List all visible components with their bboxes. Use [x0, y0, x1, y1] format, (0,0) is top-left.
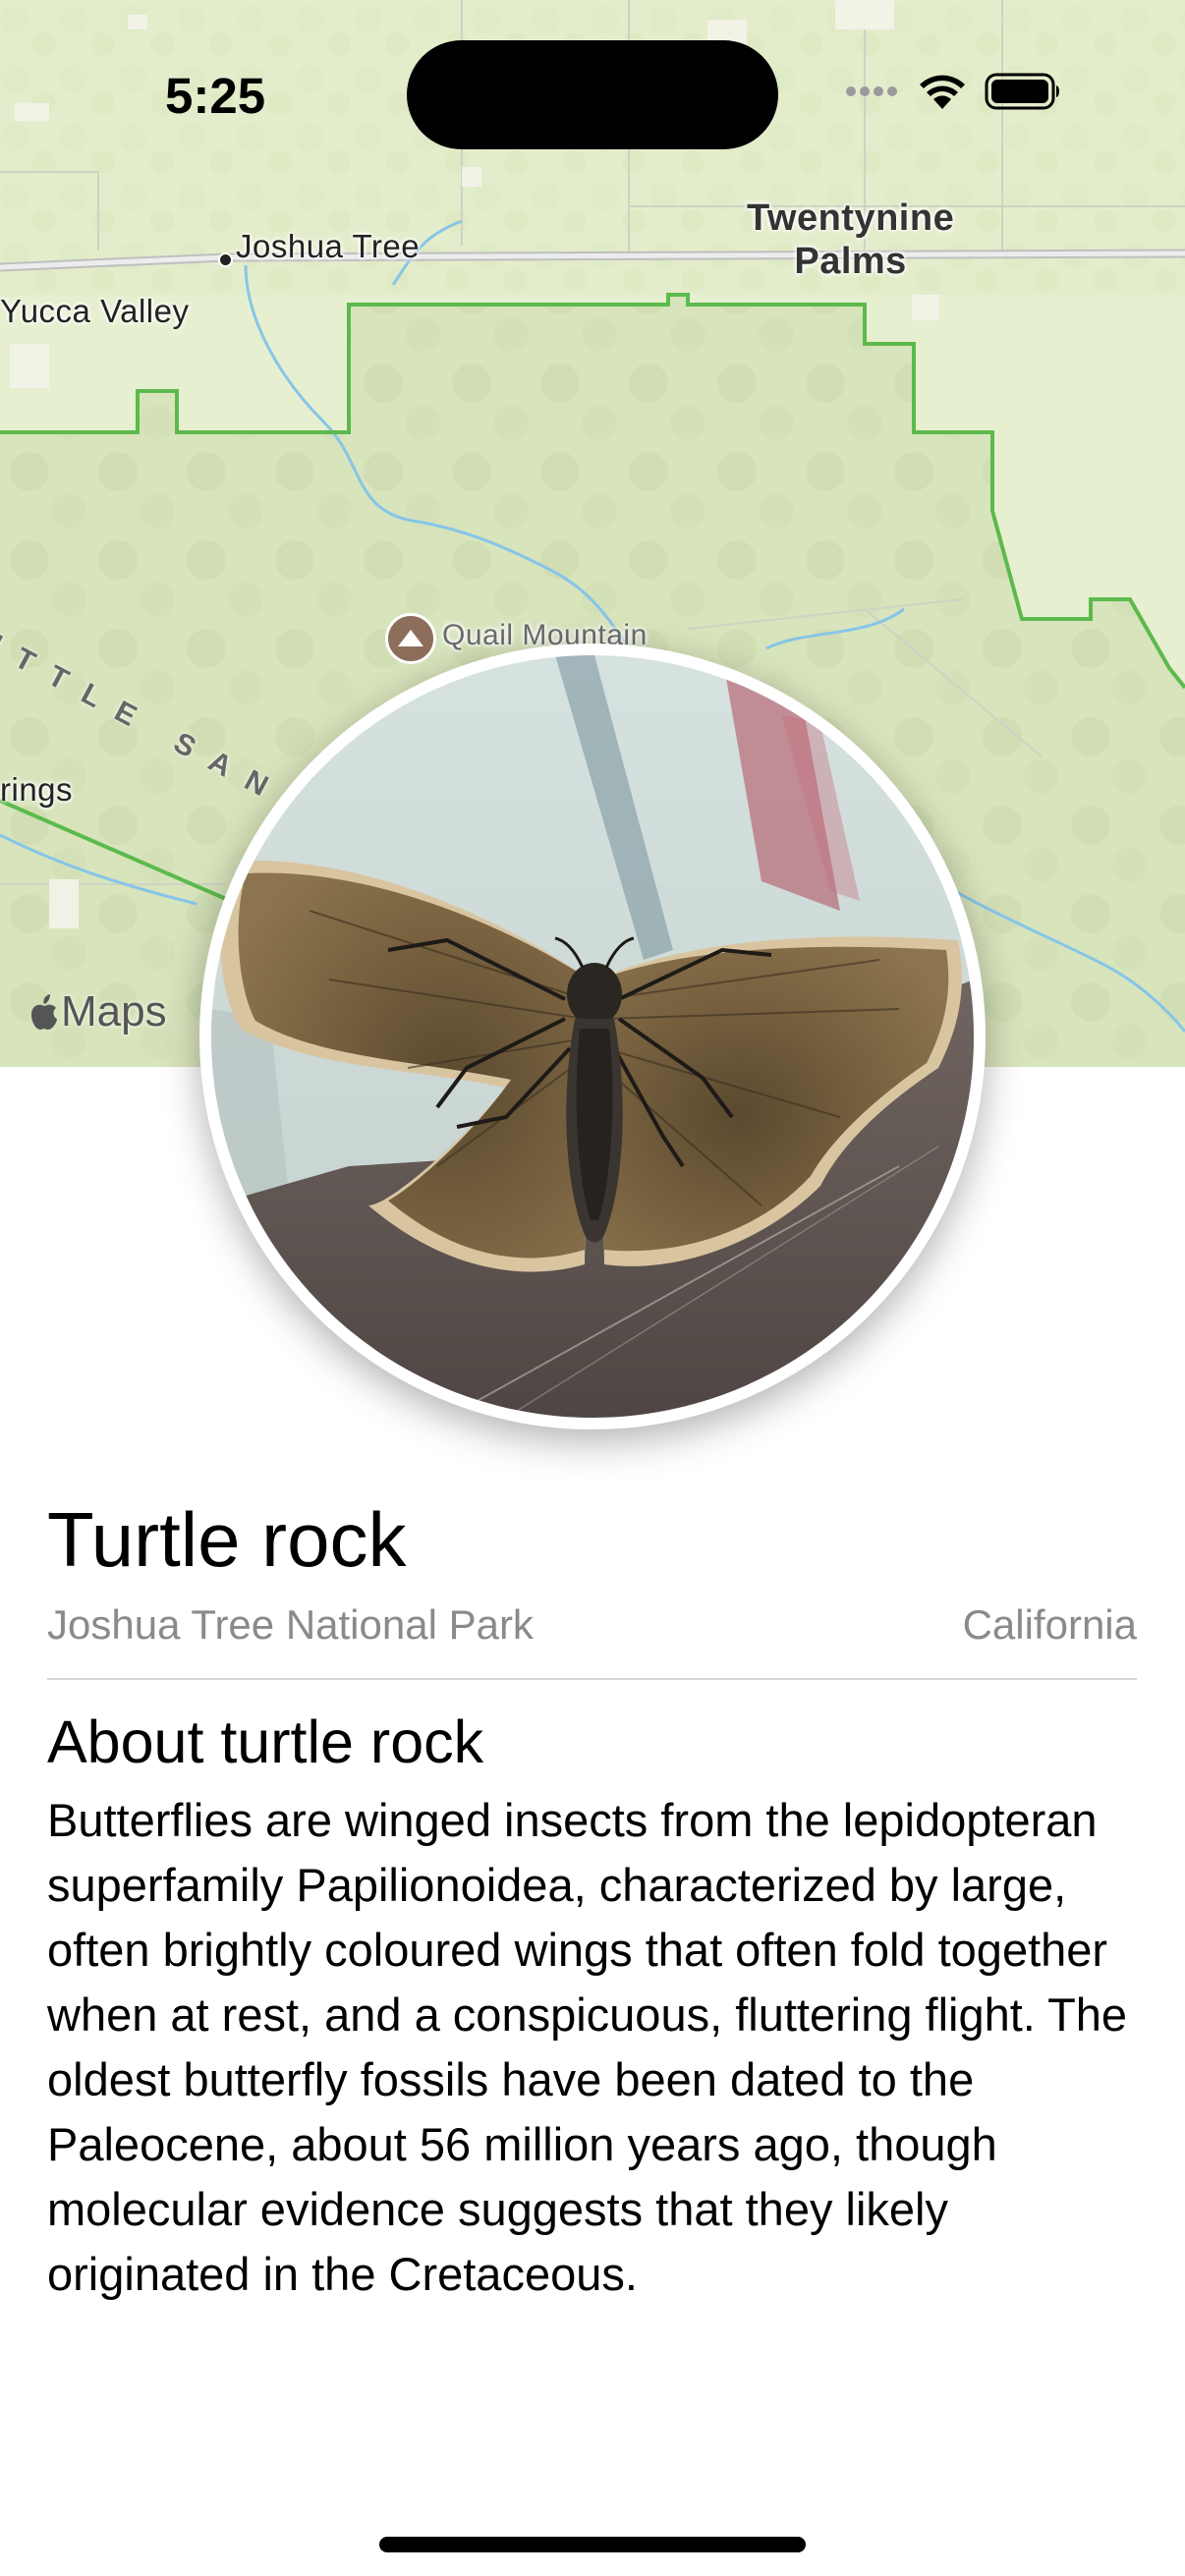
mountain-peak-icon[interactable]: [385, 613, 436, 664]
apple-logo-icon: [29, 993, 59, 1031]
home-indicator[interactable]: [379, 2537, 806, 2552]
wifi-icon: [918, 73, 967, 115]
battery-icon: [985, 73, 1063, 115]
springs-label[interactable]: rings: [0, 771, 73, 809]
joshua-tree-town-dot: [218, 252, 233, 267]
landmark-title: Turtle rock: [47, 1496, 407, 1583]
landmark-photo-frame: [199, 644, 986, 1429]
about-heading: About turtle rock: [47, 1708, 484, 1775]
park-name: Joshua Tree National Park: [47, 1601, 534, 1648]
about-description: Butterflies are winged insects from the …: [47, 1794, 1128, 2300]
twentynine-palms-label[interactable]: Twentynine Palms: [747, 196, 954, 283]
dynamic-island: [407, 40, 778, 149]
maps-attribution-text: Maps: [61, 987, 167, 1036]
maps-attribution[interactable]: Maps: [29, 987, 167, 1036]
divider: [47, 1678, 1137, 1680]
landmark-photo[interactable]: [211, 655, 974, 1418]
state-name: California: [962, 1601, 1137, 1648]
cellular-signal-icon: [845, 84, 900, 104]
joshua-tree-label[interactable]: Joshua Tree: [236, 228, 420, 265]
status-icons: [845, 69, 1063, 118]
status-time: 5:25: [165, 68, 266, 124]
yucca-valley-label[interactable]: Yucca Valley: [0, 293, 190, 330]
